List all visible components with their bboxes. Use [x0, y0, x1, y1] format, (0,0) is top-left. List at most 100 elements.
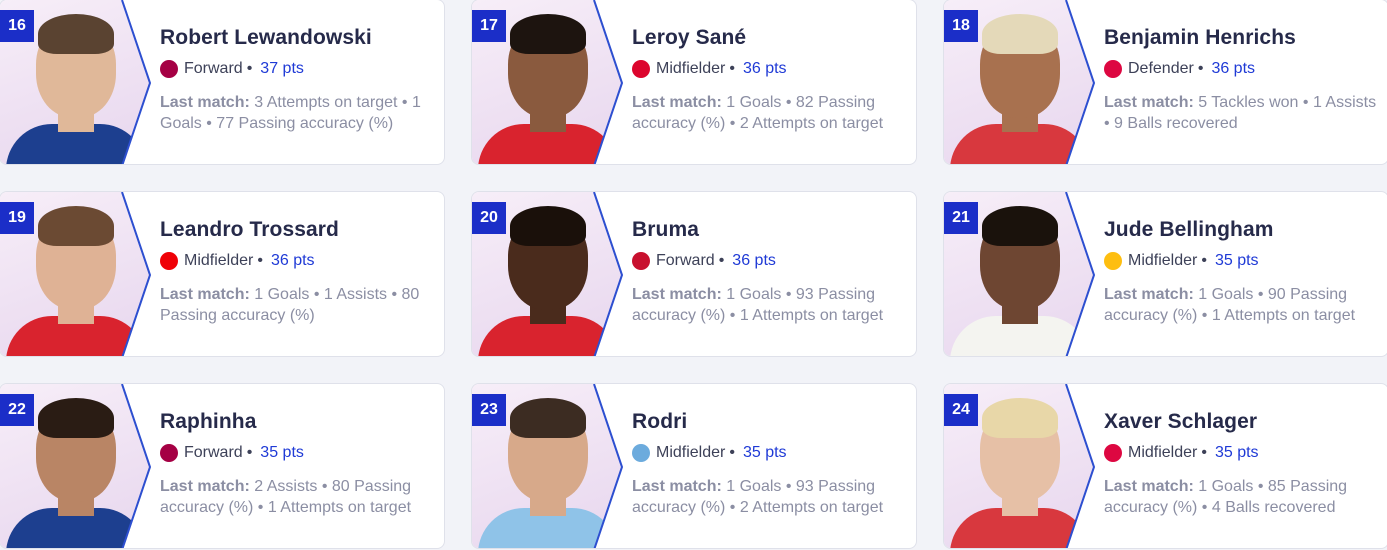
- player-card-21[interactable]: 21 Jude Bellingham Midfielder • 35 pts L…: [943, 191, 1387, 357]
- player-name[interactable]: Rodri: [632, 410, 906, 434]
- last-match-label: Last match:: [632, 94, 722, 111]
- rank-badge: 24: [944, 394, 978, 426]
- rank-badge: 18: [944, 10, 978, 42]
- last-match-stats: Last match: 2 Assists • 80 Passing accur…: [160, 476, 434, 518]
- rank-badge: 21: [944, 202, 978, 234]
- last-match-stats: Last match: 1 Goals • 90 Passing accurac…: [1104, 284, 1378, 326]
- player-hair: [510, 206, 586, 246]
- player-name[interactable]: Raphinha: [160, 410, 434, 434]
- rank-number: 17: [480, 17, 498, 34]
- player-card-20[interactable]: 20 Bruma Forward • 36 pts Last match: 1 …: [471, 191, 917, 357]
- braga-crest-icon: [632, 252, 650, 270]
- player-name[interactable]: Bruma: [632, 218, 906, 242]
- separator: •: [257, 252, 263, 269]
- player-card-23[interactable]: 23 Rodri Midfielder • 35 pts Last match:…: [471, 383, 917, 549]
- player-info: Bruma Forward • 36 pts Last match: 1 Goa…: [632, 218, 906, 326]
- player-points: 35 pts: [260, 444, 304, 461]
- separator: •: [246, 60, 253, 77]
- player-position: Defender: [1128, 60, 1194, 77]
- player-position: Midfielder: [656, 444, 726, 461]
- player-points: 36 pts: [270, 252, 315, 269]
- player-position: Forward: [184, 60, 243, 77]
- player-card-24[interactable]: 24 Xaver Schlager Midfielder • 35 pts La…: [943, 383, 1387, 549]
- player-info: Raphinha Forward • 35 pts Last match: 2 …: [160, 410, 434, 518]
- player-card-16[interactable]: 16 Robert Lewandowski Forward • 37 pts L…: [0, 0, 445, 165]
- rank-number: 24: [952, 401, 970, 418]
- barcelona-crest-icon: [160, 444, 178, 462]
- player-hair: [982, 398, 1058, 438]
- player-hair: [510, 14, 586, 54]
- last-match-stats: Last match: 1 Goals • 93 Passing accurac…: [632, 476, 906, 518]
- real-madrid-crest-icon: [1104, 252, 1122, 270]
- last-match-stats: Last match: 3 Attempts on target • 1 Goa…: [160, 92, 434, 134]
- player-card-19[interactable]: 19 Leandro Trossard Midfielder • 36 pts …: [0, 191, 445, 357]
- barcelona-crest-icon: [160, 60, 178, 78]
- player-card-17[interactable]: 17 Leroy Sané Midfielder • 36 pts Last m…: [471, 0, 917, 165]
- rank-badge: 23: [472, 394, 506, 426]
- last-match-label: Last match:: [632, 286, 722, 303]
- rank-badge: 16: [0, 10, 34, 42]
- rank-number: 16: [8, 17, 26, 34]
- player-meta: Forward • 37 pts: [160, 60, 434, 78]
- rank-number: 19: [8, 209, 26, 226]
- player-hair: [38, 206, 114, 246]
- player-position: Midfielder: [1128, 444, 1198, 461]
- player-hair: [982, 206, 1058, 246]
- player-meta: Midfielder • 36 pts: [632, 60, 906, 78]
- player-meta: Defender • 36 pts: [1104, 60, 1378, 78]
- separator: •: [1201, 252, 1207, 269]
- player-points: 37 pts: [260, 60, 304, 77]
- player-meta: Midfielder • 36 pts: [160, 252, 434, 270]
- player-name[interactable]: Robert Lewandowski: [160, 26, 434, 50]
- separator: •: [729, 60, 735, 77]
- player-position: Midfielder: [1128, 252, 1198, 269]
- player-name[interactable]: Benjamin Henrichs: [1104, 26, 1378, 50]
- last-match-label: Last match:: [160, 286, 250, 303]
- player-info: Leandro Trossard Midfielder • 36 pts Las…: [160, 218, 434, 326]
- player-points: 35 pts: [1214, 444, 1259, 461]
- separator: •: [729, 444, 735, 461]
- rank-number: 18: [952, 17, 970, 34]
- player-meta: Forward • 35 pts: [160, 444, 434, 462]
- separator: •: [1201, 444, 1207, 461]
- last-match-label: Last match:: [160, 478, 250, 495]
- rank-badge: 20: [472, 202, 506, 234]
- player-hair: [510, 398, 586, 438]
- last-match-stats: Last match: 1 Goals • 85 Passing accurac…: [1104, 476, 1378, 518]
- player-hair: [982, 14, 1058, 54]
- player-name[interactable]: Xaver Schlager: [1104, 410, 1378, 434]
- player-meta: Midfielder • 35 pts: [632, 444, 906, 462]
- last-match-stats: Last match: 5 Tackles won • 1 Assists • …: [1104, 92, 1378, 134]
- player-position: Midfielder: [184, 252, 254, 269]
- separator: •: [718, 252, 725, 269]
- man-city-crest-icon: [632, 444, 650, 462]
- last-match-label: Last match:: [632, 478, 722, 495]
- player-info: Benjamin Henrichs Defender • 36 pts Last…: [1104, 26, 1378, 134]
- player-position: Midfielder: [656, 60, 726, 77]
- rank-number: 20: [480, 209, 498, 226]
- player-info: Jude Bellingham Midfielder • 35 pts Last…: [1104, 218, 1378, 326]
- last-match-stats: Last match: 1 Goals • 82 Passing accurac…: [632, 92, 906, 134]
- player-position: Forward: [656, 252, 715, 269]
- player-info: Leroy Sané Midfielder • 36 pts Last matc…: [632, 26, 906, 134]
- player-points: 36 pts: [732, 252, 776, 269]
- rank-badge: 17: [472, 10, 506, 42]
- bayern-crest-icon: [632, 60, 650, 78]
- rank-badge: 22: [0, 394, 34, 426]
- player-points: 36 pts: [742, 60, 787, 77]
- rank-badge: 19: [0, 202, 34, 234]
- last-match-label: Last match:: [160, 94, 250, 111]
- last-match-stats: Last match: 1 Goals • 93 Passing accurac…: [632, 284, 906, 326]
- player-name[interactable]: Leandro Trossard: [160, 218, 434, 242]
- rank-number: 23: [480, 401, 498, 418]
- player-name[interactable]: Jude Bellingham: [1104, 218, 1378, 242]
- player-meta: Midfielder • 35 pts: [1104, 444, 1378, 462]
- player-meta: Midfielder • 35 pts: [1104, 252, 1378, 270]
- player-info: Rodri Midfielder • 35 pts Last match: 1 …: [632, 410, 906, 518]
- player-card-18[interactable]: 18 Benjamin Henrichs Defender • 36 pts L…: [943, 0, 1387, 165]
- arsenal-crest-icon: [160, 252, 178, 270]
- player-meta: Forward • 36 pts: [632, 252, 906, 270]
- player-name[interactable]: Leroy Sané: [632, 26, 906, 50]
- player-card-22[interactable]: 22 Raphinha Forward • 35 pts Last match:…: [0, 383, 445, 549]
- separator: •: [1197, 60, 1204, 77]
